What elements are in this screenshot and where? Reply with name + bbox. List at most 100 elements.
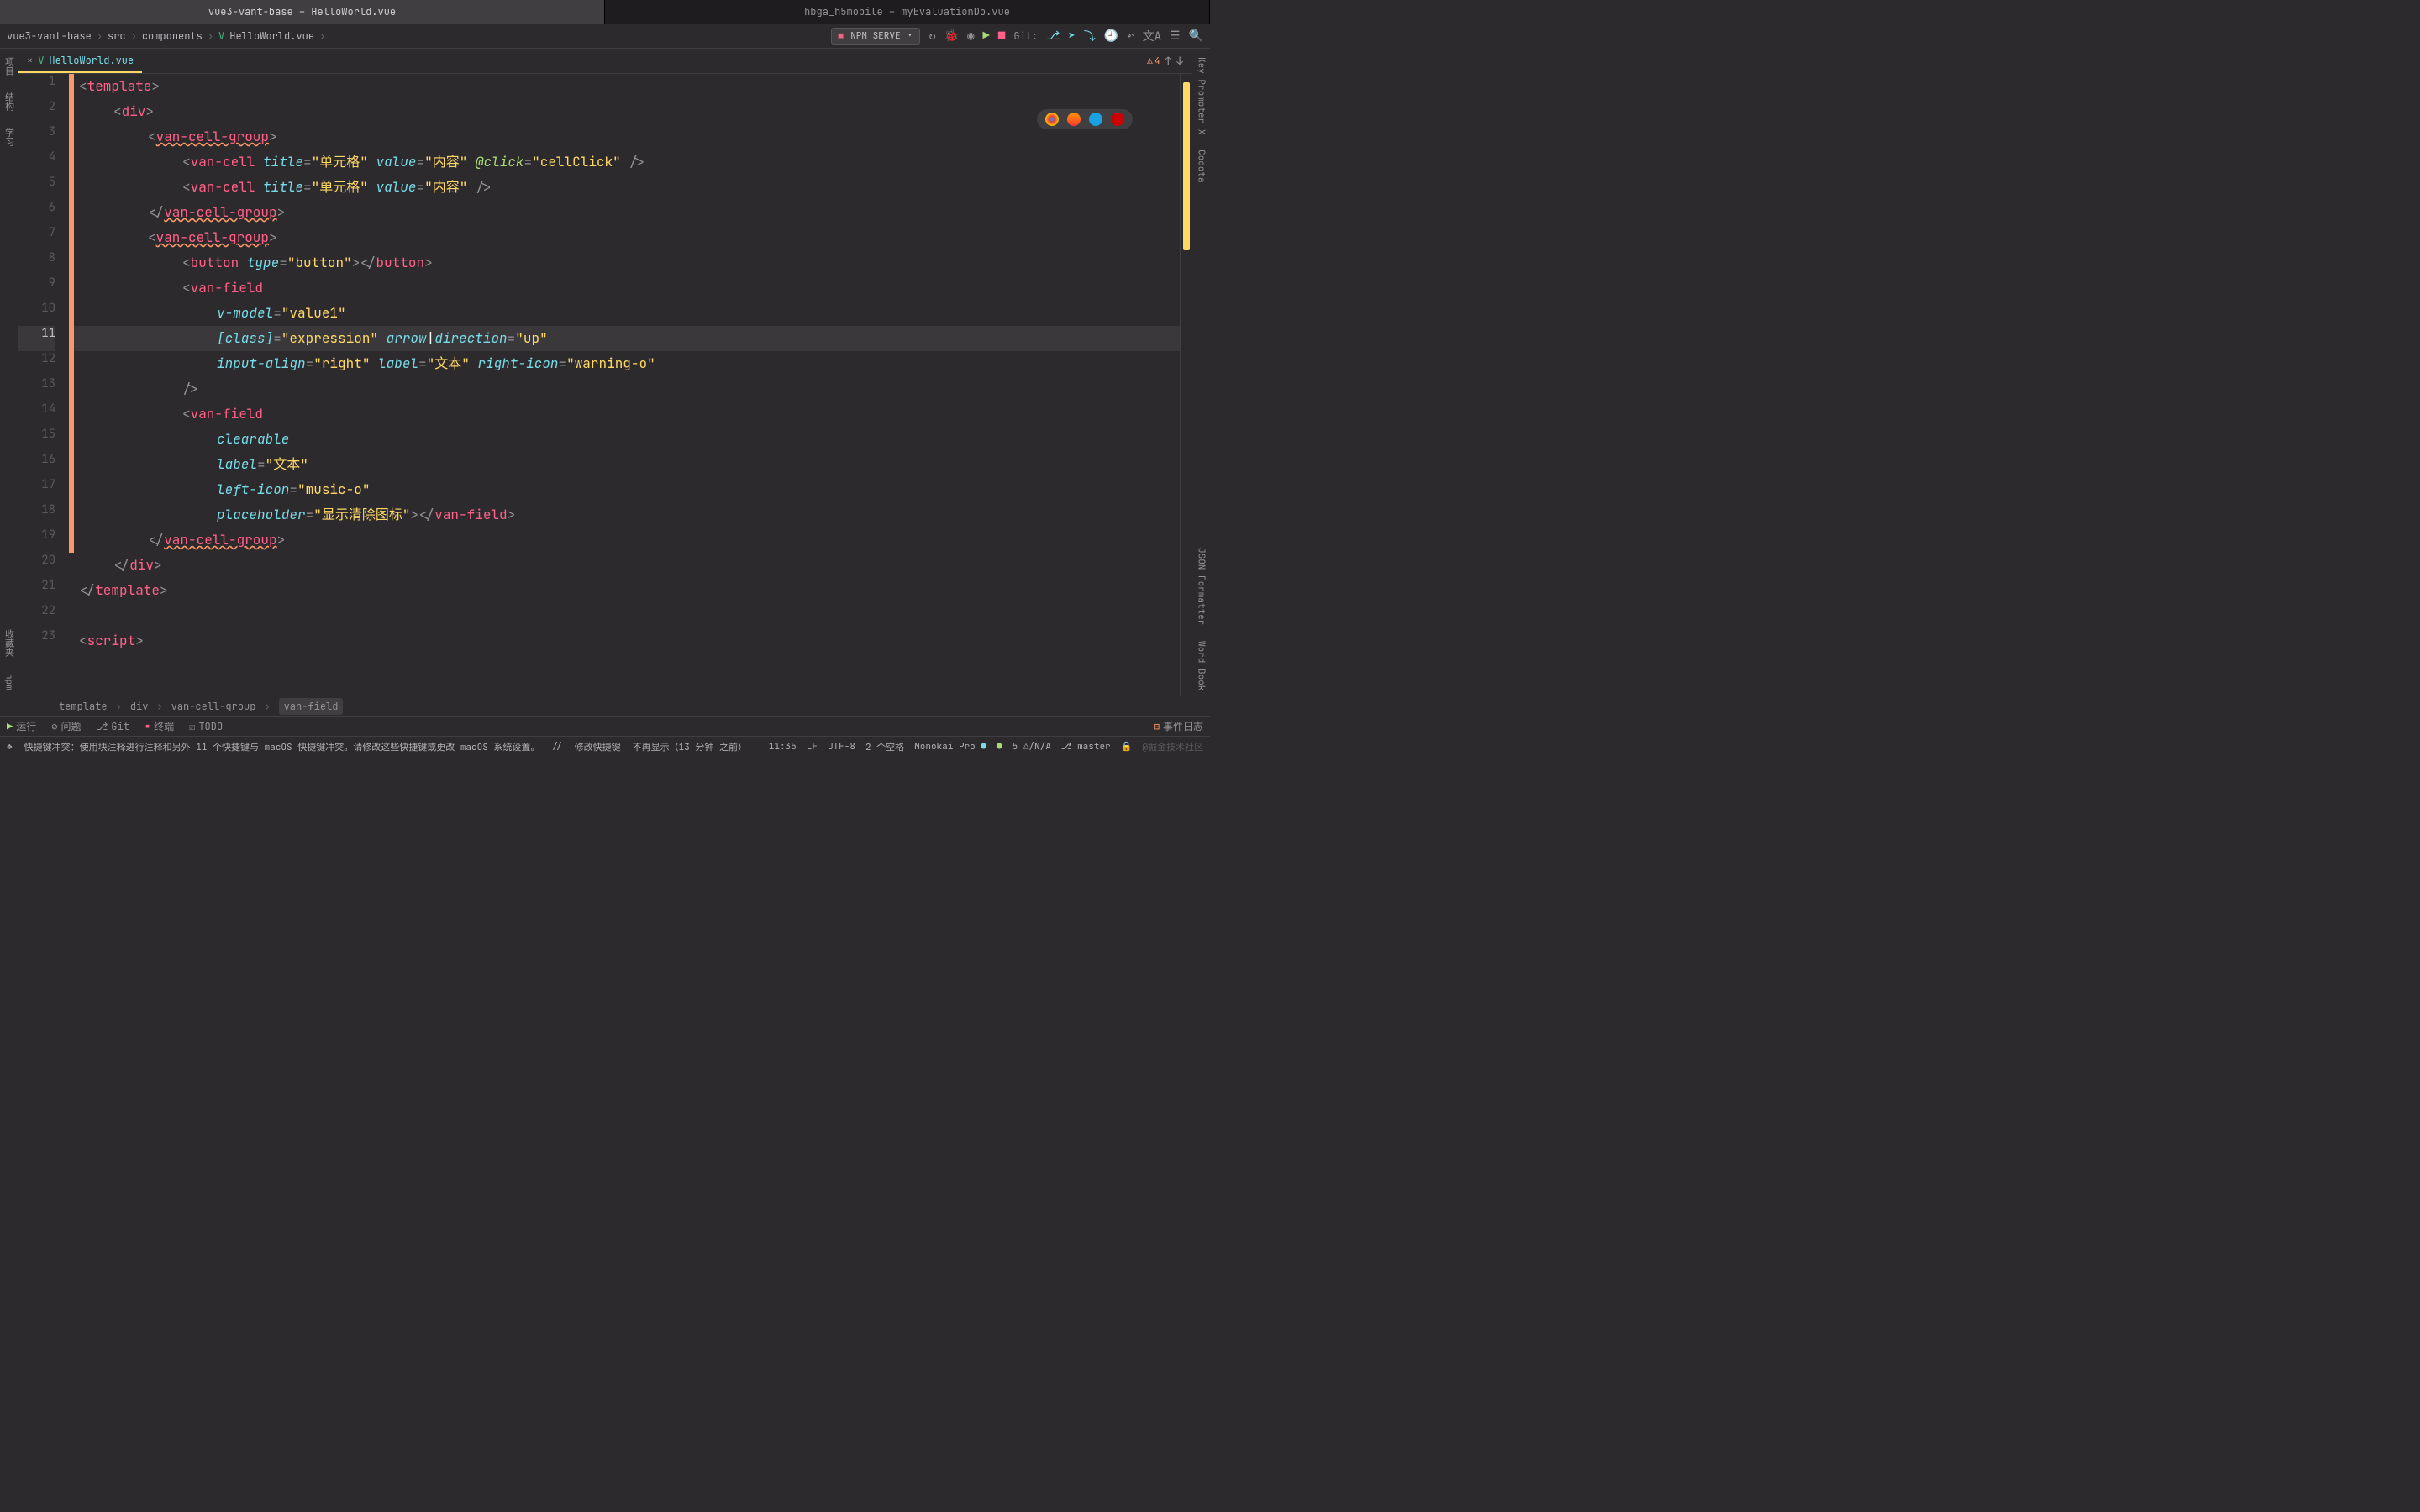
status-bar: ❖ 快捷键冲突：使用块注释进行注释和另外 11 个快捷键与 macOS 快捷键冲… — [0, 736, 1210, 756]
chevron-right-icon: › — [319, 29, 325, 43]
editor-inspection: ⚠ 4 ↑ ↓ — [1147, 49, 1192, 73]
breadcrumb-node[interactable]: div — [130, 700, 149, 713]
git-label: Git: — [1013, 29, 1038, 43]
toolbar: vue3-vant-base › src › components › V He… — [0, 24, 1210, 49]
cursor-position[interactable]: 11:35 — [769, 741, 797, 753]
line-ending[interactable]: LF — [807, 741, 818, 753]
chevron-right-icon: › — [264, 700, 270, 713]
chevron-right-icon: › — [156, 700, 162, 713]
scrollbar-thumb[interactable] — [1183, 82, 1190, 250]
nav-up-icon[interactable]: ↑ — [1165, 54, 1171, 68]
chevron-down-icon: ▾ — [908, 30, 913, 42]
editor-area: × V HelloWorld.vue ⚠ 4 ↑ ↓ 1234567891011… — [18, 49, 1192, 696]
file-tabs: × V HelloWorld.vue ⚠ 4 ↑ ↓ — [18, 49, 1192, 74]
lock-icon[interactable]: 🔒 — [1121, 741, 1133, 753]
search-icon[interactable]: 🔍 — [1189, 29, 1203, 44]
indent-info[interactable]: 2 个空格 — [865, 740, 904, 753]
tool-todo[interactable]: ☑TODO — [189, 720, 223, 733]
main-area: 项目 结构 学习 收藏夹 npm × V HelloWorld.vue ⚠ 4 … — [0, 49, 1210, 696]
rail-item-favorites[interactable]: 收藏夹 — [1, 624, 18, 662]
close-icon[interactable]: × — [27, 54, 33, 67]
color-scheme[interactable]: Monokai Pro ● — [914, 741, 986, 753]
rail-item-learn[interactable]: 学习 — [1, 123, 18, 151]
chevron-right-icon: › — [131, 29, 137, 43]
line-gutter: 1234567891011121314151617181920212223 — [18, 74, 69, 696]
safari-icon[interactable] — [1089, 113, 1102, 126]
tool-terminal[interactable]: ▪终端 — [145, 719, 174, 733]
bottom-tool-tabs: ▶运行 ⊘问题 ⎇Git ▪终端 ☑TODO ⊟事件日志 — [0, 716, 1210, 736]
status-dot: ● — [997, 741, 1002, 753]
todo-icon: ☑ — [189, 720, 195, 733]
file-tab[interactable]: × V HelloWorld.vue — [18, 49, 142, 73]
firefox-icon[interactable] — [1067, 113, 1081, 126]
breadcrumb: vue3-vant-base › src › components › V He… — [7, 29, 831, 43]
warning-badge[interactable]: ⚠ 4 — [1147, 55, 1160, 67]
breadcrumb-node[interactable]: template — [59, 700, 108, 713]
rail-item-wordbook[interactable]: Word Book — [1194, 636, 1209, 696]
scrollbar[interactable] — [1180, 74, 1192, 696]
code-content[interactable]: <template><div><van-cell-group><van-cell… — [74, 74, 1180, 696]
browser-preview-pills — [1037, 109, 1133, 129]
tool-run[interactable]: ▶运行 — [7, 719, 36, 733]
memory-indicator[interactable]: 5 △/N/A — [1013, 741, 1051, 753]
run-config-selector[interactable]: ▣ NPM SERVE ▾ — [831, 28, 921, 45]
right-tool-rail: Key Promoter X Codota JSON Formatter Wor… — [1192, 49, 1210, 696]
tool-git[interactable]: ⎇Git — [96, 720, 129, 733]
warning-icon: ⊘ — [51, 720, 57, 733]
tool-eventlog[interactable]: ⊟事件日志 — [1154, 719, 1203, 733]
toolbar-actions: ▣ NPM SERVE ▾ ↻ 🐞 ◉ ▶ ■ Git: ⎇ ➤ ⤵ 🕘 ↶ 文… — [831, 28, 1203, 45]
revert-icon[interactable]: ↶ — [1127, 29, 1134, 44]
play-icon: ▶ — [7, 720, 13, 733]
git-branch[interactable]: ⎇ master — [1061, 741, 1111, 753]
play-icon[interactable]: ▶ — [983, 29, 990, 44]
watermark: @掘金技术社区 — [1142, 740, 1203, 753]
window-tab-inactive[interactable]: hbga_h5mobile – myEvaluationDo.vue — [605, 0, 1210, 24]
file-tab-label: HelloWorld.vue — [49, 54, 134, 67]
stop-icon[interactable]: ■ — [998, 29, 1005, 44]
breadcrumb-item[interactable]: HelloWorld.vue — [229, 29, 314, 43]
hint-icon: ❖ — [7, 741, 13, 753]
chrome-icon[interactable] — [1045, 113, 1059, 126]
terminal-icon: ▪ — [145, 720, 150, 733]
breadcrumb-item[interactable]: components — [142, 29, 203, 43]
git-branch-icon[interactable]: ⎇ — [1046, 29, 1060, 44]
settings-icon[interactable]: ☰ — [1170, 29, 1181, 44]
status-action[interactable]: 修改快捷键 — [575, 740, 621, 753]
tool-problems[interactable]: ⊘问题 — [51, 719, 81, 733]
coverage-icon[interactable]: ◉ — [967, 29, 974, 44]
bug-icon[interactable]: 🐞 — [944, 29, 959, 44]
rail-item-keypromoter[interactable]: Key Promoter X — [1194, 52, 1209, 139]
nav-down-icon[interactable]: ↓ — [1176, 54, 1183, 68]
breadcrumb-item[interactable]: vue3-vant-base — [7, 29, 92, 43]
git-push-icon[interactable]: ➤ — [1068, 29, 1075, 44]
window-tabs: vue3-vant-base – HelloWorld.vue hbga_h5m… — [0, 0, 1210, 24]
left-tool-rail: 项目 结构 学习 收藏夹 npm — [0, 49, 18, 696]
breadcrumb-node-current[interactable]: van-field — [279, 698, 344, 715]
breadcrumb-node[interactable]: van-cell-group — [171, 700, 256, 713]
window-tab-active[interactable]: vue3-vant-base – HelloWorld.vue — [0, 0, 605, 24]
opera-icon[interactable] — [1111, 113, 1124, 126]
status-message[interactable]: 快捷键冲突：使用块注释进行注释和另外 11 个快捷键与 macOS 快捷键冲突。… — [24, 740, 540, 753]
event-icon: ⊟ — [1154, 720, 1160, 733]
rail-item-npm[interactable]: npm — [2, 669, 17, 696]
chevron-right-icon: › — [116, 700, 122, 713]
status-action[interactable]: 不再显示（13 分钟 之前） — [633, 740, 747, 753]
git-pull-icon[interactable]: ⤵ — [1084, 28, 1096, 45]
breadcrumb-item[interactable]: src — [108, 29, 126, 43]
git-icon: ⎇ — [96, 720, 108, 733]
rerun-icon[interactable]: ↻ — [929, 29, 935, 44]
rail-item-codota[interactable]: Codota — [1194, 144, 1209, 188]
rail-item-json[interactable]: JSON Formatter — [1194, 543, 1209, 630]
run-config-label: NPM SERVE — [850, 30, 900, 42]
npm-icon: ▣ — [839, 30, 844, 42]
translate-icon[interactable]: 文A — [1143, 28, 1161, 45]
rail-item-project[interactable]: 项目 — [1, 52, 18, 81]
element-breadcrumb: template › div › van-cell-group › van-fi… — [0, 696, 1210, 716]
vue-icon: V — [38, 54, 44, 67]
encoding[interactable]: UTF-8 — [828, 741, 855, 753]
code-editor[interactable]: 1234567891011121314151617181920212223 <t… — [18, 74, 1192, 696]
chevron-right-icon: › — [208, 29, 213, 43]
chevron-right-icon: › — [97, 29, 103, 43]
rail-item-structure[interactable]: 结构 — [1, 87, 18, 116]
history-icon[interactable]: 🕘 — [1104, 29, 1118, 44]
